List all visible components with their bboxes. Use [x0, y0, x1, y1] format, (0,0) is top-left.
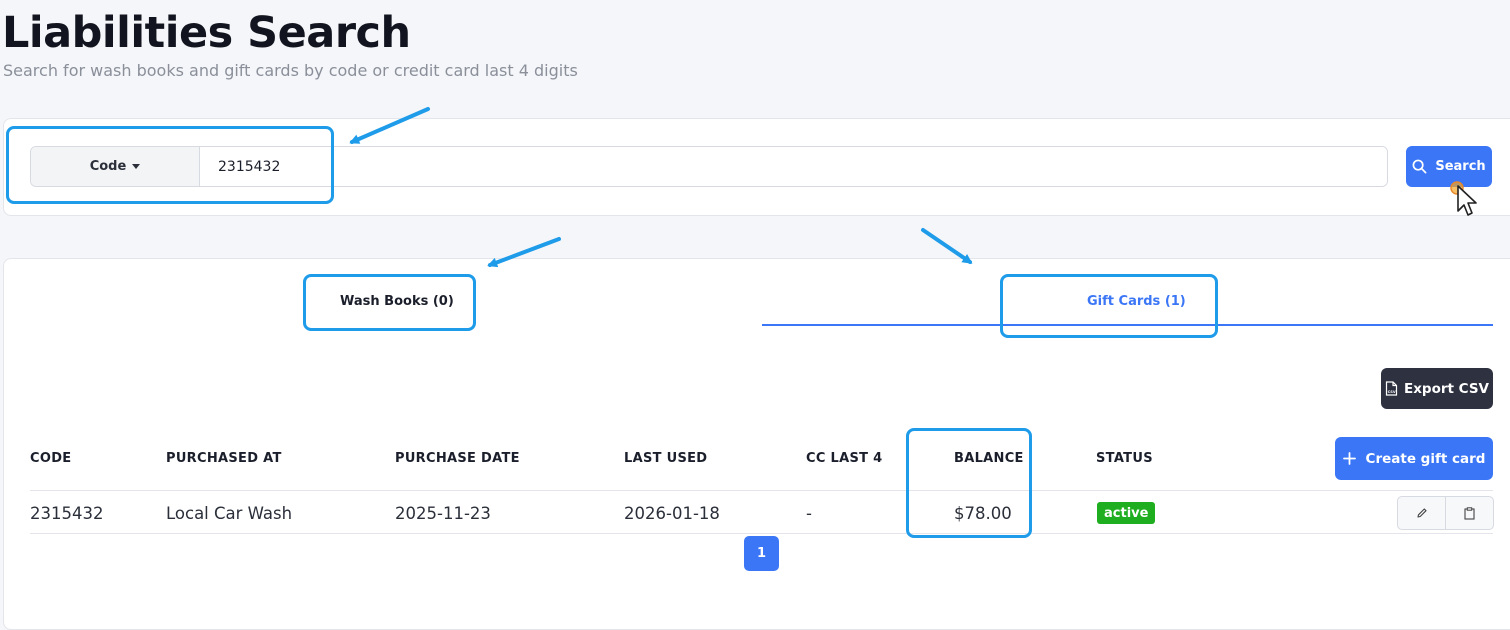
column-header-status: STATUS [1096, 451, 1153, 466]
cell-last-used: 2026-01-18 [624, 504, 720, 523]
edit-icon [1416, 508, 1427, 518]
search-input[interactable] [200, 147, 1387, 186]
column-header-purchase-date: PURCHASE DATE [395, 451, 520, 466]
copy-button[interactable] [1446, 497, 1493, 529]
table-header-divider [30, 490, 1493, 491]
column-header-cc-last-4: CC LAST 4 [806, 451, 883, 466]
column-header-last-used: LAST USED [624, 451, 708, 466]
results-card: Wash Books (0) Gift Cards (1) CSV Export… [3, 258, 1510, 630]
cell-cc-last-4: - [806, 504, 812, 523]
page-subtitle: Search for wash books and gift cards by … [3, 61, 578, 80]
export-csv-button[interactable]: CSV Export CSV [1381, 368, 1493, 409]
annotation-box-search-field [6, 126, 334, 204]
status-badge: active [1097, 502, 1156, 524]
edit-button[interactable] [1398, 497, 1446, 529]
plus-icon [1342, 452, 1356, 465]
column-header-purchased-at: PURCHASED AT [166, 451, 282, 466]
annotation-box-wash-books-tab [303, 274, 476, 331]
column-header-code: CODE [30, 451, 72, 466]
csv-file-icon: CSV [1385, 381, 1398, 396]
cell-purchased-at: Local Car Wash [166, 504, 293, 523]
search-button-label: Search [1435, 159, 1486, 174]
search-button[interactable]: Search [1406, 146, 1492, 187]
svg-text:CSV: CSV [1388, 390, 1396, 394]
row-actions [1397, 496, 1494, 530]
cell-code: 2315432 [30, 504, 104, 523]
annotation-box-balance [906, 428, 1032, 538]
table-row-divider [30, 533, 1493, 534]
annotation-box-gift-cards-tab [1000, 274, 1218, 338]
page-title: Liabilities Search [2, 8, 411, 58]
export-csv-label: Export CSV [1403, 380, 1489, 397]
create-gift-card-button[interactable]: Create gift card [1335, 437, 1493, 480]
search-icon [1412, 159, 1427, 174]
cell-purchase-date: 2025-11-23 [395, 504, 491, 523]
clipboard-icon [1464, 506, 1475, 520]
create-gift-card-label: Create gift card [1365, 450, 1486, 467]
pagination-page-button[interactable]: 1 [744, 536, 779, 571]
